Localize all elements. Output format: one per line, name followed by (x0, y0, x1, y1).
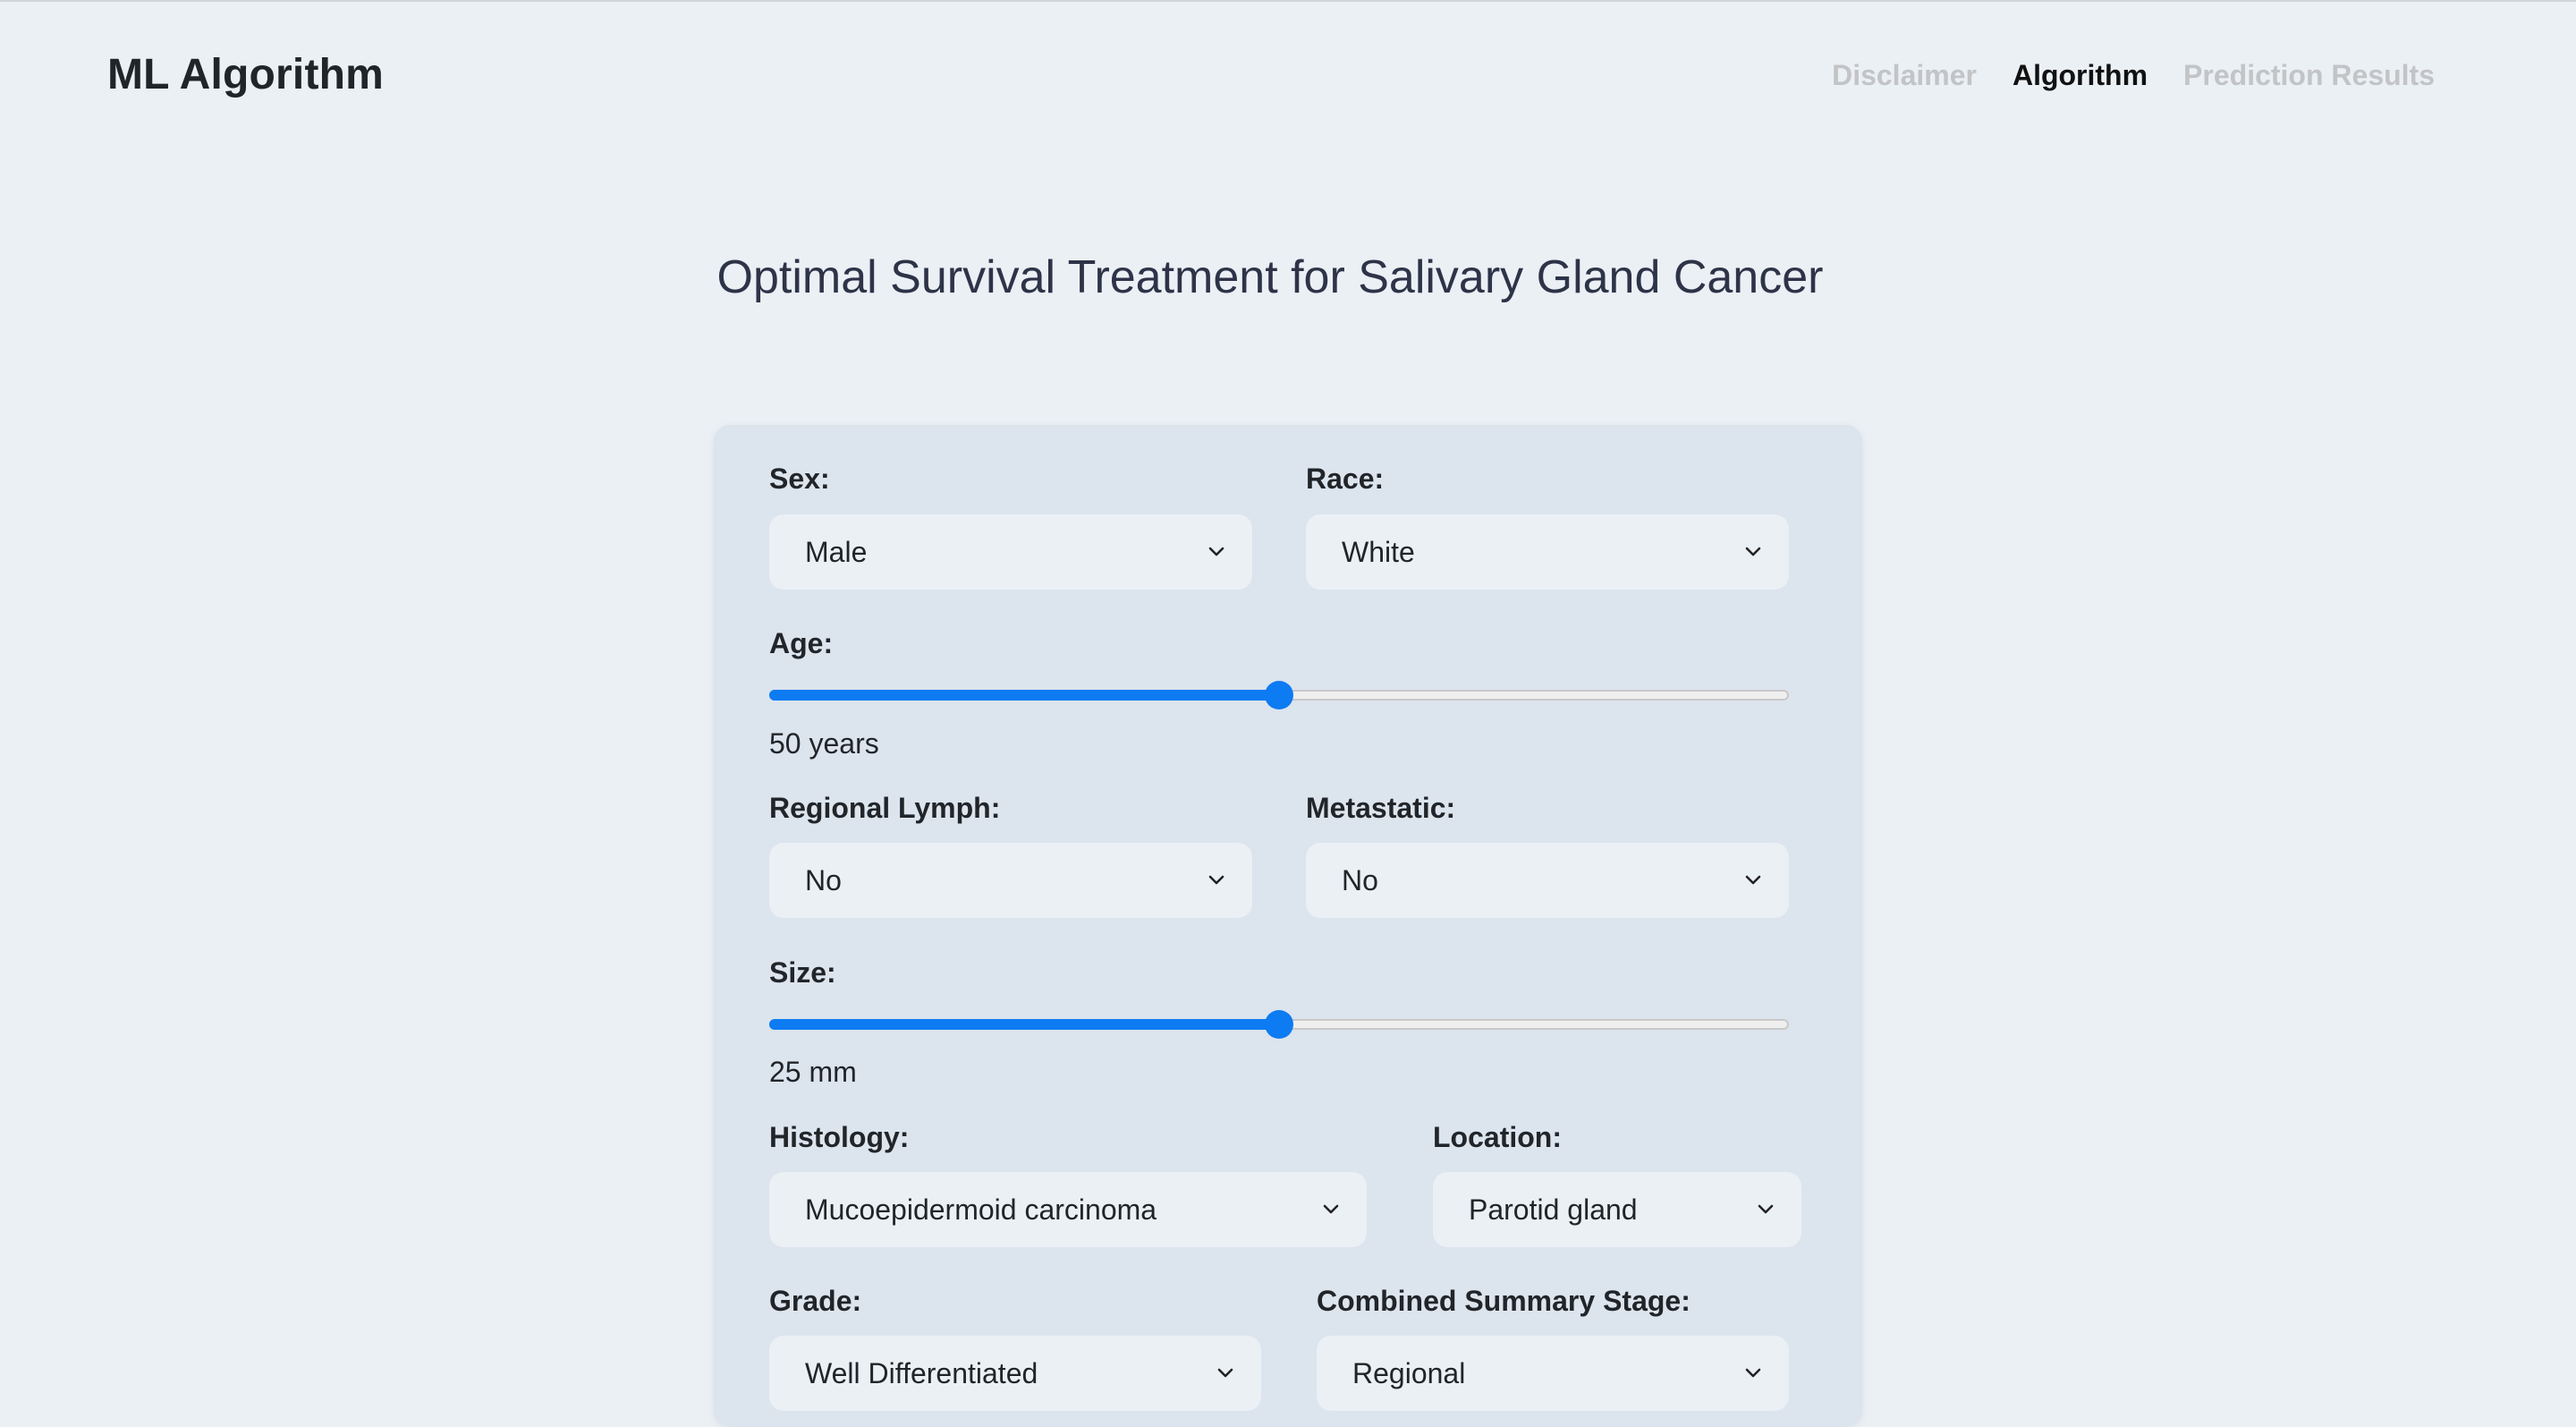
brand-logo-text[interactable]: ML Algorithm (107, 50, 384, 99)
nav-link-prediction-results[interactable]: Prediction Results (2183, 59, 2435, 92)
regional-lymph-label: Regional Lymph: (769, 792, 1001, 824)
chevron-down-icon (1320, 1172, 1342, 1247)
race-label: Race: (1306, 463, 1385, 495)
size-slider[interactable] (769, 1007, 1789, 1042)
chevron-down-icon (1215, 1336, 1236, 1411)
chevron-down-icon (1742, 843, 1764, 918)
combined-summary-stage-select-value: Regional (1352, 1357, 1466, 1389)
nav-link-algorithm[interactable]: Algorithm (2012, 59, 2148, 92)
location-select-value: Parotid gland (1469, 1193, 1638, 1226)
sex-select[interactable]: Male (769, 514, 1252, 590)
histology-label: Histology: (769, 1121, 910, 1153)
nav-links: Disclaimer Algorithm Prediction Results (1832, 59, 2435, 92)
metastatic-select-value: No (1342, 864, 1378, 896)
race-select[interactable]: White (1306, 514, 1789, 590)
sex-label: Sex: (769, 463, 830, 495)
grade-select[interactable]: Well Differentiated (769, 1336, 1261, 1411)
age-label: Age: (769, 627, 834, 659)
size-value: 25 mm (769, 1056, 857, 1088)
size-slider-fill (769, 1019, 1279, 1030)
metastatic-label: Metastatic: (1306, 792, 1456, 824)
grade-label: Grade: (769, 1285, 862, 1317)
size-slider-thumb[interactable] (1265, 1010, 1293, 1039)
regional-lymph-select-value: No (805, 864, 842, 896)
chevron-down-icon (1206, 514, 1227, 590)
location-label: Location: (1433, 1121, 1562, 1153)
combined-summary-stage-label: Combined Summary Stage: (1317, 1285, 1690, 1317)
page-title: Optimal Survival Treatment for Salivary … (716, 251, 1824, 303)
location-select[interactable]: Parotid gland (1433, 1172, 1801, 1247)
age-slider-thumb[interactable] (1265, 681, 1293, 709)
sex-select-value: Male (805, 536, 868, 568)
age-slider[interactable] (769, 677, 1789, 713)
histology-select-value: Mucoepidermoid carcinoma (805, 1193, 1157, 1226)
chevron-down-icon (1742, 1336, 1764, 1411)
navbar: ML Algorithm Disclaimer Algorithm Predic… (0, 0, 2576, 152)
combined-summary-stage-select[interactable]: Regional (1317, 1336, 1789, 1411)
chevron-down-icon (1742, 514, 1764, 590)
age-slider-fill (769, 690, 1279, 701)
metastatic-select[interactable]: No (1306, 843, 1789, 918)
input-form-card: Sex: Male Race: White Age: 50 years Regi… (714, 425, 1862, 1427)
chevron-down-icon (1206, 843, 1227, 918)
nav-link-disclaimer[interactable]: Disclaimer (1832, 59, 1977, 92)
size-label: Size: (769, 956, 836, 989)
grade-select-value: Well Differentiated (805, 1357, 1038, 1389)
regional-lymph-select[interactable]: No (769, 843, 1252, 918)
age-value: 50 years (769, 727, 879, 760)
chevron-down-icon (1755, 1172, 1776, 1247)
histology-select[interactable]: Mucoepidermoid carcinoma (769, 1172, 1367, 1247)
race-select-value: White (1342, 536, 1415, 568)
